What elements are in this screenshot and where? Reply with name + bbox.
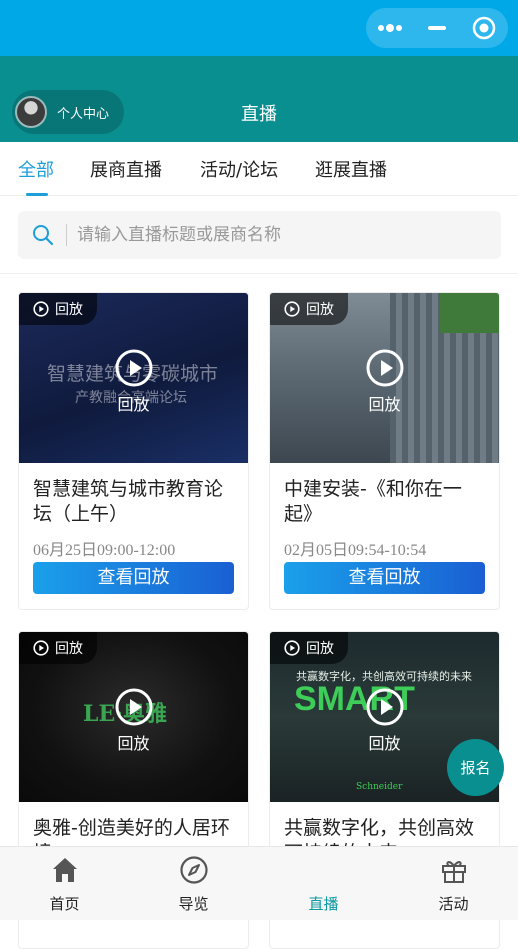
tab-events-forums[interactable]: 活动/论坛 [200,156,278,182]
replay-badge-label: 回放 [55,641,83,657]
tabbar-label: 导览 [178,895,209,913]
replay-badge: 回放 [270,632,348,664]
tabbar-item-live[interactable]: 直播 [259,847,388,921]
page-title: 直播 [241,104,277,125]
live-card[interactable]: 智慧建筑与零碳城市 产教融合高端论坛 回放 回放 智慧建筑与城市教育论坛（上午）… [18,292,249,610]
tabbar-label: 首页 [49,895,80,913]
play-icon[interactable] [366,688,404,726]
category-tabs: 全部 展商直播 活动/论坛 逛展直播 [0,142,518,196]
search-icon[interactable] [32,224,54,246]
tab-exhibitor-live[interactable]: 展商直播 [90,156,162,182]
search-input[interactable] [77,225,457,245]
view-replay-button[interactable]: 查看回放 [33,562,234,594]
search-separator [66,224,67,246]
tab-all[interactable]: 全部 [18,156,54,182]
live-card[interactable]: 回放 回放 中建安装-《和你在一起》 02月05日09:54-10:54 查看回… [269,292,500,610]
more-dots-icon[interactable] [370,8,410,48]
replay-overlay-label: 回放 [368,395,401,414]
live-title: 中建安装-《和你在一起》 [284,478,462,525]
play-circle-icon [33,301,49,317]
page-header: 个人中心 直播 [0,56,518,142]
play-circle-icon [33,640,49,656]
active-tab-indicator [26,193,48,196]
replay-badge-label: 回放 [55,302,83,318]
thumbnail-brand-text: Schneider [356,782,403,792]
replay-badge: 回放 [270,293,348,325]
target-close-icon[interactable] [464,8,504,48]
tabbar-item-home[interactable]: 首页 [0,847,129,921]
minimize-icon[interactable] [417,8,457,48]
play-icon[interactable] [115,688,153,726]
play-circle-icon [284,301,300,317]
home-icon [52,858,77,882]
mini-program-capsule [366,8,508,48]
play-icon[interactable] [115,349,153,387]
live-title: 智慧建筑与城市教育论坛（上午） [33,478,224,525]
play-icon[interactable] [366,349,404,387]
tabbar-label: 直播 [308,895,339,913]
replay-overlay-label: 回放 [117,734,150,753]
live-thumbnail[interactable]: 智慧建筑与零碳城市 产教融合高端论坛 回放 回放 [19,293,248,463]
gift-icon [441,861,466,883]
live-time: 02月05日09:54-10:54 [284,542,427,559]
live-thumbnail[interactable]: 回放 回放 [270,293,499,463]
live-time: 06月25日09:00-12:00 [33,542,176,559]
search-bar [18,211,501,259]
tabbar-item-events[interactable]: 活动 [389,847,518,921]
tab-expo-tour-live[interactable]: 逛展直播 [315,156,387,182]
replay-badge-label: 回放 [306,641,334,657]
section-divider [0,273,518,274]
replay-overlay-label: 回放 [117,395,150,414]
replay-badge: 回放 [19,632,97,664]
bottom-tab-bar: 首页 导览 直播 活动 [0,846,518,920]
live-thumbnail[interactable]: LE·奥雅 回放 回放 [19,632,248,802]
replay-badge: 回放 [19,293,97,325]
play-circle-icon [284,640,300,656]
tabbar-label: 活动 [438,895,469,913]
replay-badge-label: 回放 [306,302,334,318]
tabbar-item-guide[interactable]: 导览 [129,847,258,921]
signup-button[interactable]: 报名 [447,739,504,796]
compass-icon [179,856,208,884]
status-bar [0,0,518,56]
tree-graphic [440,293,499,333]
view-replay-button[interactable]: 查看回放 [284,562,485,594]
